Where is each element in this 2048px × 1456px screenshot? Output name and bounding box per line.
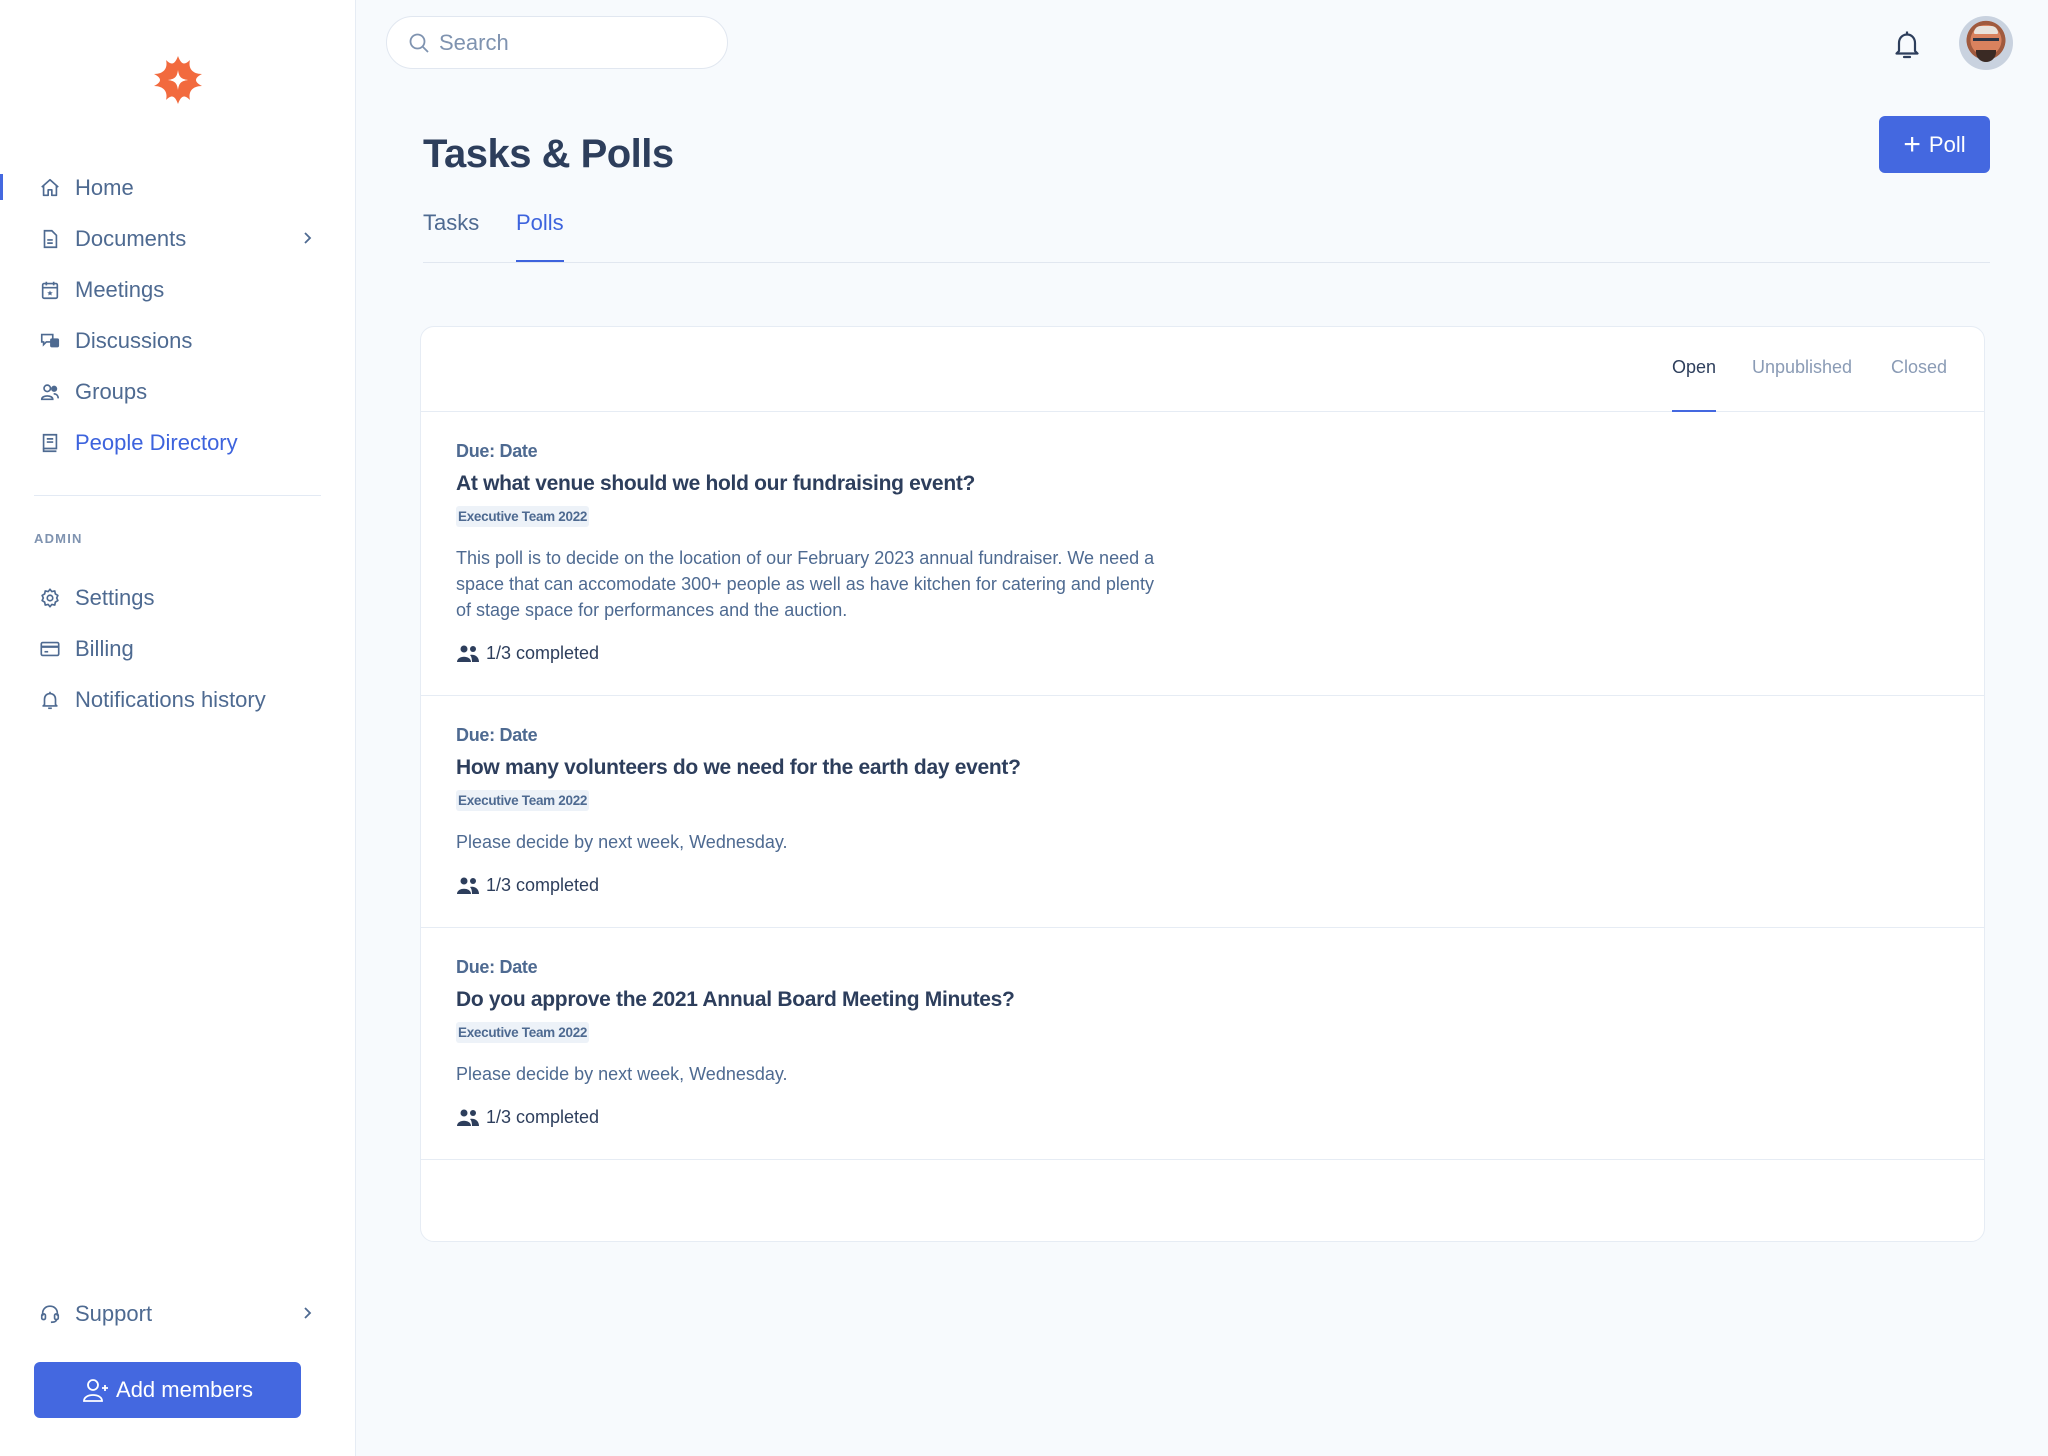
sidebar: Home Documents Meetings Discussions Grou… (0, 0, 356, 1456)
page-tabs: Tasks Polls (423, 206, 1990, 263)
poll-due-date: Due: Date (456, 957, 538, 977)
support-section: Support (0, 1288, 356, 1339)
filter-tab-open[interactable]: Open (1672, 357, 1717, 412)
poll-description: Please decide by next week, Wednesday. (456, 832, 788, 852)
gear-icon (38, 586, 62, 610)
users-icon (457, 1109, 479, 1126)
users-icon (38, 380, 62, 404)
users-icon (457, 645, 479, 662)
poll-filter-tabs: Open Unpublished Closed (421, 327, 1984, 412)
poll-question[interactable]: How many volunteers do we need for the e… (456, 756, 1949, 780)
headset-icon (38, 1302, 62, 1326)
tab-polls[interactable]: Polls (516, 210, 564, 262)
poll-description: Please decide by next week, Wednesday. (456, 1064, 788, 1084)
sidebar-item-label: Notifications history (75, 686, 266, 712)
poll-progress-text: 1/3 completed (486, 643, 600, 663)
page-title: Tasks & Polls (423, 132, 674, 176)
poll-progress: 1/3 completed (456, 875, 1949, 896)
sidebar-item-groups[interactable]: Groups (0, 366, 356, 417)
sidebar-item-label: Meetings (75, 276, 165, 302)
credit-card-icon (38, 637, 62, 661)
new-poll-label: Poll (1928, 131, 1966, 157)
user-avatar[interactable] (1959, 16, 2013, 70)
chevron-right-icon[interactable] (298, 226, 318, 250)
group-badge: Executive Team 2022 (456, 1022, 590, 1043)
sidebar-item-settings[interactable]: Settings (0, 572, 356, 623)
bell-icon (38, 688, 62, 712)
sidebar-item-label: Billing (75, 635, 134, 661)
chevron-right-icon[interactable] (298, 1301, 318, 1325)
notifications-bell-icon[interactable] (1891, 28, 1923, 62)
filter-tab-unpublished[interactable]: Unpublished (1752, 357, 1852, 410)
poll-progress: 1/3 completed (456, 643, 1949, 664)
book-icon (38, 431, 62, 455)
sidebar-item-label: Documents (75, 225, 187, 251)
search-input[interactable] (439, 29, 709, 56)
sidebar-item-label: Support (75, 1300, 153, 1326)
sidebar-item-label: Home (75, 174, 134, 200)
admin-nav: Settings Billing Notifications history (0, 572, 356, 725)
sparkle-logo-icon[interactable] (148, 50, 208, 110)
poll-list: Due: Date At what venue should we hold o… (421, 412, 1984, 1160)
chat-icon (38, 329, 62, 353)
search-icon (409, 33, 429, 53)
sidebar-item-people-directory[interactable]: People Directory (0, 417, 356, 468)
sidebar-item-label: Settings (75, 584, 155, 610)
add-members-label: Add members (116, 1377, 253, 1402)
new-poll-button[interactable]: + Poll (1879, 116, 1990, 173)
calendar-icon (38, 278, 62, 302)
poll-progress-text: 1/3 completed (486, 875, 600, 895)
poll-due-date: Due: Date (456, 725, 538, 745)
sidebar-item-home[interactable]: Home (0, 162, 356, 213)
poll-progress: 1/3 completed (456, 1107, 1949, 1128)
poll-item[interactable]: Due: Date How many volunteers do we need… (421, 696, 1984, 928)
home-icon (38, 176, 62, 200)
poll-item[interactable]: Due: Date At what venue should we hold o… (421, 412, 1984, 696)
filter-tab-closed[interactable]: Closed (1891, 357, 1947, 410)
sidebar-item-support[interactable]: Support (0, 1288, 356, 1339)
sidebar-item-label: Discussions (75, 327, 193, 353)
search-box[interactable] (386, 16, 728, 69)
users-icon (457, 877, 479, 894)
poll-question[interactable]: Do you approve the 2021 Annual Board Mee… (456, 988, 1949, 1012)
sidebar-item-label: Groups (75, 378, 148, 404)
sidebar-item-meetings[interactable]: Meetings (0, 264, 356, 315)
add-members-button[interactable]: Add members (34, 1362, 301, 1418)
poll-item[interactable]: Due: Date Do you approve the 2021 Annual… (421, 928, 1984, 1160)
sidebar-item-label: People Directory (75, 429, 238, 455)
group-badge: Executive Team 2022 (456, 506, 590, 527)
sidebar-item-billing[interactable]: Billing (0, 623, 356, 674)
plus-icon: + (1903, 127, 1921, 161)
poll-description: This poll is to decide on the location o… (456, 548, 1155, 620)
user-plus-icon (83, 1379, 109, 1402)
poll-question[interactable]: At what venue should we hold our fundrai… (456, 472, 1949, 496)
document-icon (38, 227, 62, 251)
sidebar-item-discussions[interactable]: Discussions (0, 315, 356, 366)
poll-progress-text: 1/3 completed (486, 1107, 600, 1127)
tab-tasks[interactable]: Tasks (423, 210, 479, 260)
sidebar-item-documents[interactable]: Documents (0, 213, 356, 264)
sidebar-item-notifications-history[interactable]: Notifications history (0, 674, 356, 725)
admin-section-label: ADMIN (34, 531, 83, 546)
main-nav: Home Documents Meetings Discussions Grou… (0, 162, 356, 468)
poll-due-date: Due: Date (456, 441, 538, 461)
group-badge: Executive Team 2022 (456, 790, 590, 811)
sidebar-divider (34, 495, 321, 496)
polls-card: Open Unpublished Closed Due: Date At wha… (420, 326, 1985, 1242)
